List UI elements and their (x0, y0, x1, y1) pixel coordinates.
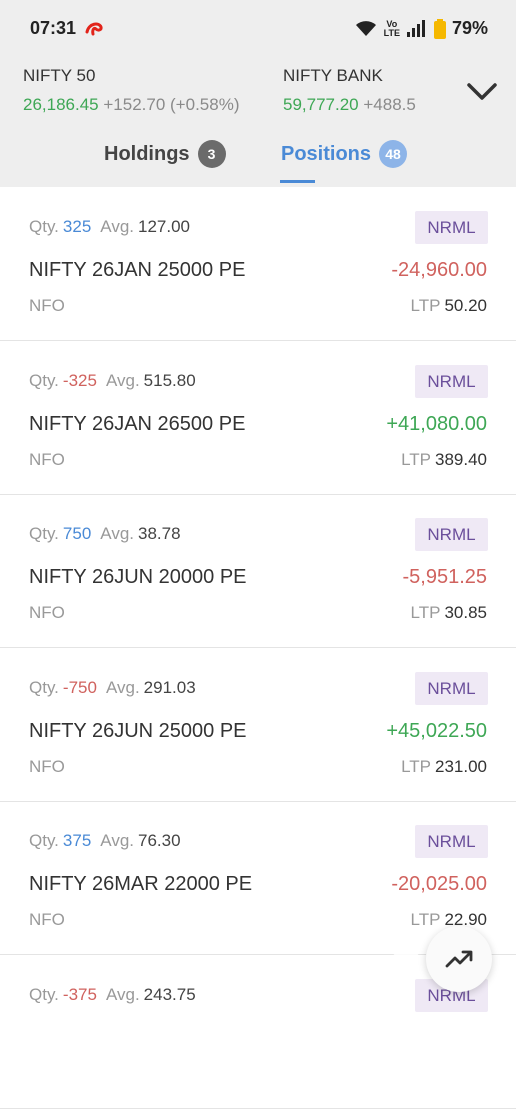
avg-value: 515.80 (143, 371, 196, 390)
qty-label: Qty. (29, 678, 59, 697)
qty-line: Qty. -375 Avg. 243.75 (29, 985, 196, 1005)
qty-line: Qty. -325 Avg. 515.80 (29, 371, 196, 391)
ltp-label: LTP (410, 603, 441, 622)
index-name: NIFTY 50 (23, 66, 96, 85)
product-tag: NRML (415, 211, 488, 244)
qty-value: -750 (62, 678, 97, 697)
battery-icon (433, 18, 446, 39)
qty-label: Qty. (29, 371, 59, 390)
ltp-value: 389.40 (435, 450, 487, 469)
position-row[interactable]: Qty. 325 Avg. 127.00 NRML NIFTY 26JAN 25000… (0, 187, 516, 341)
instrument-name: NIFTY 26MAR 22000 PE (29, 873, 253, 895)
ltp-label: LTP (401, 757, 431, 776)
product-tag: NRML (415, 518, 488, 551)
exchange-label: NFO (29, 910, 65, 929)
tab-holdings[interactable]: Holdings 3 (104, 140, 226, 168)
product-tag: NRML (415, 365, 488, 398)
avg-label: Avg. (100, 217, 135, 236)
avg-label: Avg. (100, 524, 135, 543)
qty-value: -375 (62, 985, 97, 1004)
index-name: NIFTY BANK (283, 66, 383, 85)
ltp-line: LTP 231.00 (401, 757, 487, 777)
avg-value: 127.00 (138, 217, 191, 236)
qty-label: Qty. (29, 985, 59, 1004)
qty-line: Qty. 375 Avg. 76.30 (29, 831, 181, 851)
position-row[interactable]: Qty. 750 Avg. 38.78 NRML NIFTY 26JUN 20000 … (0, 494, 516, 648)
exchange-label: NFO (29, 603, 65, 622)
qty-value: -325 (62, 371, 97, 390)
index-change: +488.5 (363, 95, 416, 114)
status-icons: Vo LTE 79% (354, 18, 488, 39)
ltp-label: LTP (410, 296, 441, 315)
qty-label: Qty. (29, 524, 59, 543)
pnl-value: -20,025.00 (391, 873, 487, 895)
signal-icon (406, 19, 425, 37)
battery-percent: 79% (451, 18, 488, 38)
ltp-value: 231.00 (435, 757, 487, 776)
wifi-icon (355, 20, 376, 36)
ltp-line: LTP 389.40 (401, 450, 487, 470)
qty-line: Qty. -750 Avg. 291.03 (29, 678, 196, 698)
qty-line: Qty. 325 Avg. 127.00 (29, 217, 190, 237)
ltp-value: 30.85 (444, 603, 487, 622)
index-change: +152.70 (+0.58%) (103, 95, 240, 114)
qty-value: 325 (62, 217, 92, 236)
exchange-label: NFO (29, 296, 65, 315)
ltp-line: LTP 50.20 (411, 296, 487, 316)
avg-label: Avg. (100, 831, 135, 850)
avg-value: 291.03 (143, 678, 196, 697)
instrument-name: NIFTY 26JUN 25000 PE (29, 720, 247, 742)
volte-icon: Vo LTE (383, 18, 400, 38)
avg-value: 76.30 (138, 831, 181, 850)
carrier-logo-icon (85, 22, 103, 36)
ltp-line: LTP 30.85 (411, 603, 487, 623)
tab-positions[interactable]: Positions 48 (281, 140, 408, 168)
status-bar: 07:31 Vo LTE 79% (0, 0, 516, 60)
ltp-label: LTP (401, 450, 431, 469)
index-price: 59,777.20 (283, 95, 359, 114)
avg-value: 243.75 (143, 985, 196, 1004)
tab-label: Holdings (104, 142, 190, 165)
trending-up-icon (445, 950, 473, 968)
tab-label: Positions (281, 142, 372, 165)
pnl-value: -24,960.00 (391, 259, 487, 281)
avg-label: Avg. (105, 678, 140, 697)
exchange-label: NFO (29, 450, 65, 469)
pnl-value: -5,951.25 (402, 566, 487, 588)
pnl-value: +41,080.00 (386, 413, 487, 435)
exchange-label: NFO (29, 757, 65, 776)
qty-value: 375 (62, 831, 92, 850)
avg-value: 38.78 (138, 524, 181, 543)
instrument-name: NIFTY 26JAN 26500 PE (29, 413, 246, 435)
qty-label: Qty. (29, 217, 59, 236)
index-nifty-50[interactable]: NIFTY 50 26,186.45 +152.70 (+0.58%) (23, 66, 239, 115)
instrument-name: NIFTY 26JUN 20000 PE (29, 566, 247, 588)
avg-label: Avg. (105, 371, 140, 390)
status-time: 07:31 (30, 18, 77, 38)
index-nifty-bank[interactable]: NIFTY BANK 59,777.20 +488.5 (283, 66, 433, 115)
active-tab-indicator (280, 180, 315, 183)
position-row[interactable]: Qty. -325 Avg. 515.80 NRML NIFTY 26JAN 2650… (0, 341, 516, 495)
product-tag: NRML (415, 672, 488, 705)
qty-value: 750 (62, 524, 92, 543)
pnl-value: +45,022.50 (386, 720, 487, 742)
avg-label: Avg. (105, 985, 140, 1004)
position-row[interactable]: Qty. -750 Avg. 291.03 NRML NIFTY 26JUN 2500… (0, 648, 516, 802)
instrument-name: NIFTY 26JAN 25000 PE (29, 259, 246, 281)
count-badge: 48 (379, 140, 408, 168)
qty-label: Qty. (29, 831, 59, 850)
analytics-fab-button[interactable] (426, 926, 492, 992)
app-header: 07:31 Vo LTE 79% NIFTY 50 26,186.45 +152… (0, 0, 516, 187)
count-badge: 3 (197, 140, 226, 168)
ltp-value: 50.20 (444, 296, 487, 315)
product-tag: NRML (415, 825, 488, 858)
index-price: 26,186.45 (23, 95, 99, 114)
chevron-down-icon[interactable] (466, 80, 498, 102)
qty-line: Qty. 750 Avg. 38.78 (29, 524, 181, 544)
